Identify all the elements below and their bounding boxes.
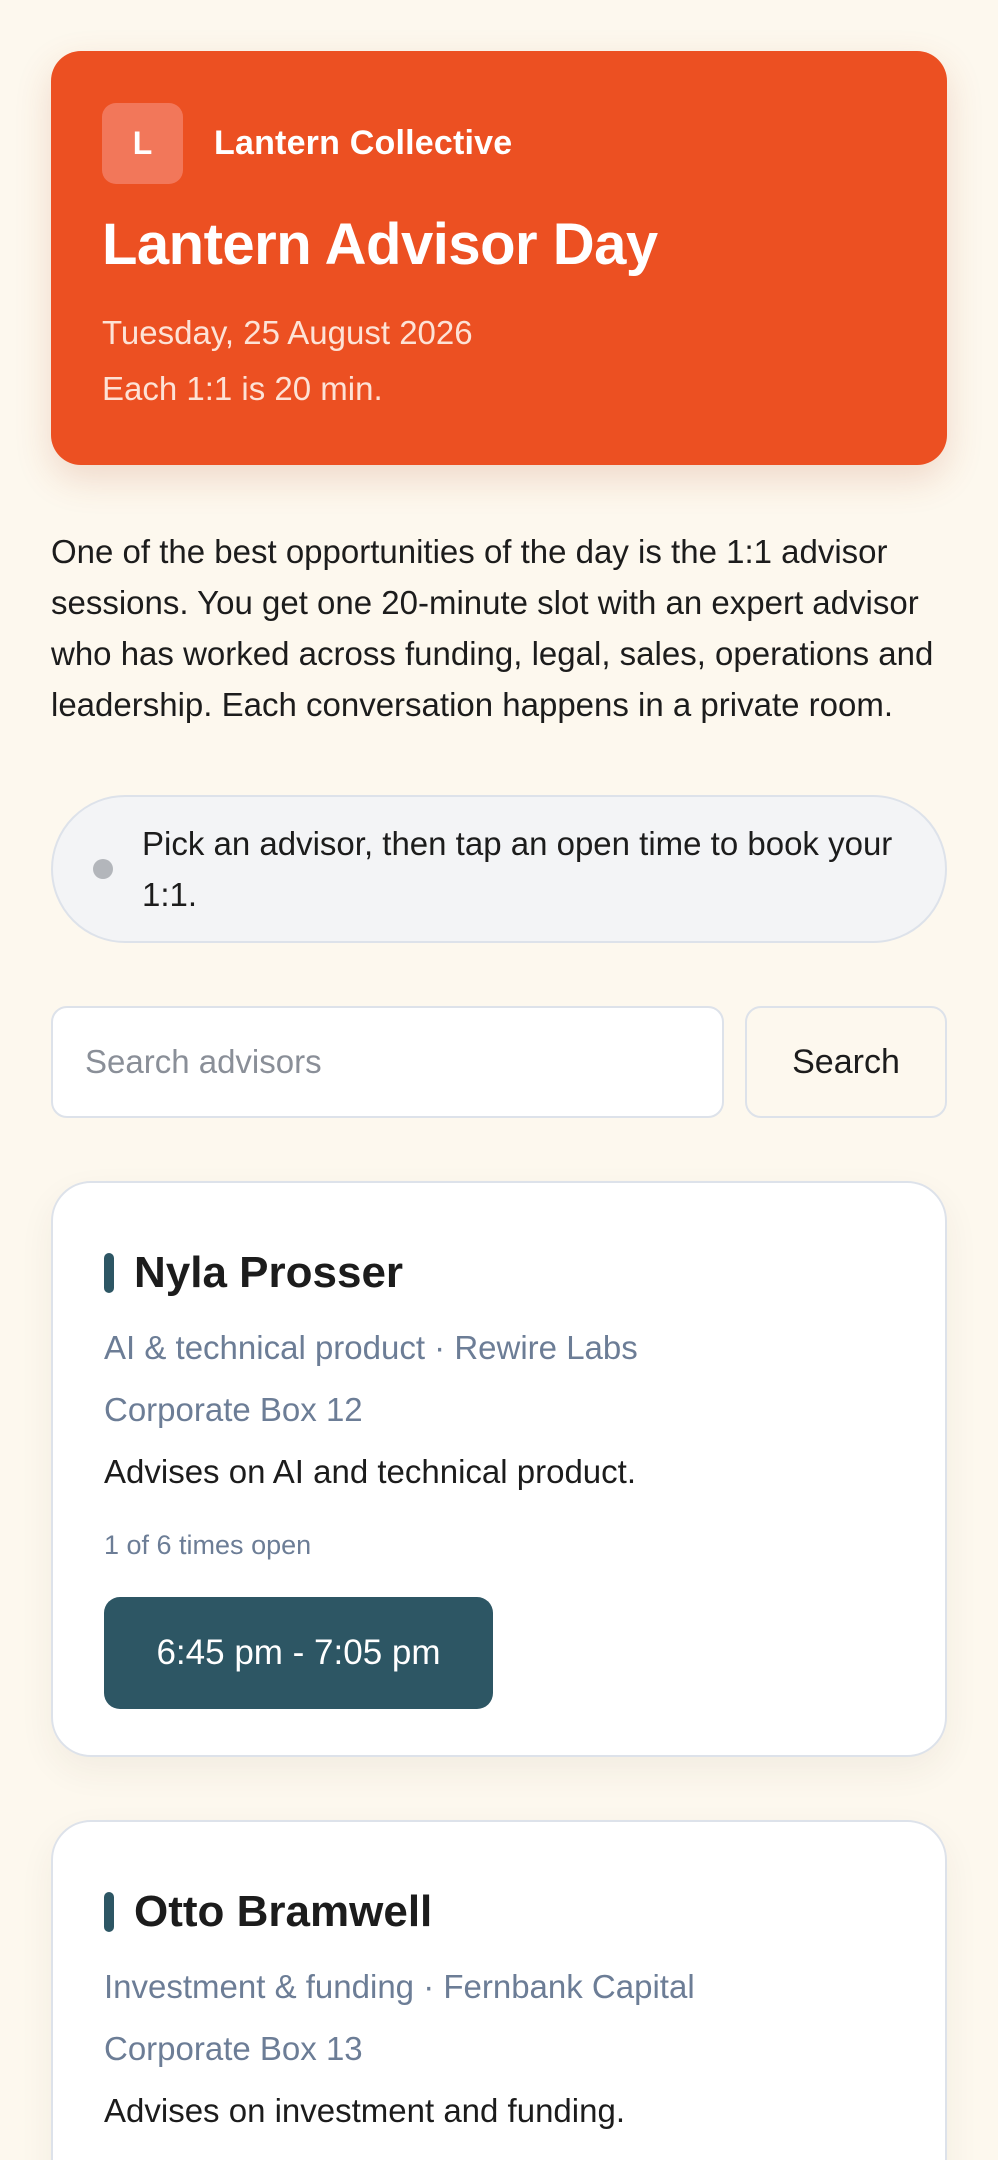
advisor-name-row: Otto Bramwell bbox=[104, 1884, 894, 1940]
brand-row: L Lantern Collective bbox=[102, 102, 896, 184]
event-meta: Tuesday, 25 August 2026 Each 1:1 is 20 m… bbox=[102, 305, 896, 417]
advisor-card: Nyla Prosser AI & technical product · Re… bbox=[51, 1181, 947, 1757]
advisor-location: Corporate Box 13 bbox=[104, 2030, 363, 2067]
advisor-location: Corporate Box 12 bbox=[104, 1391, 363, 1428]
advisor-description: Advises on AI and technical product. bbox=[104, 1453, 636, 1490]
advisor-focus-company: AI & technical product · Rewire Labs bbox=[104, 1329, 638, 1366]
search-bar: Search bbox=[51, 1006, 947, 1118]
availability-count: 1 of 6 times open bbox=[104, 1530, 312, 1560]
intro-paragraph: One of the best opportunities of the day… bbox=[51, 533, 934, 723]
status-dot-icon bbox=[93, 859, 113, 879]
event-header-card: L Lantern Collective Lantern Advisor Day… bbox=[51, 51, 947, 465]
advisor-description: Advises on investment and funding. bbox=[104, 2092, 625, 2129]
accent-bar bbox=[104, 1892, 114, 1932]
advisor-name-row: Nyla Prosser bbox=[104, 1245, 894, 1301]
search-button[interactable]: Search bbox=[745, 1006, 947, 1118]
time-slot-button[interactable]: 6:45 pm - 7:05 pm bbox=[104, 1597, 493, 1709]
booking-hint: Pick an advisor, then tap an open time t… bbox=[51, 795, 947, 943]
accent-bar bbox=[104, 1253, 114, 1293]
search-input[interactable] bbox=[51, 1006, 724, 1118]
org-name: Lantern Collective bbox=[214, 123, 513, 162]
advisor-card: Otto Bramwell Investment & funding · Fer… bbox=[51, 1820, 947, 2160]
page: L Lantern Collective Lantern Advisor Day… bbox=[0, 0, 998, 2160]
org-logo: L bbox=[102, 102, 183, 184]
event-title: Lantern Advisor Day bbox=[102, 212, 658, 277]
session-duration: Each 1:1 is 20 min. bbox=[102, 370, 383, 407]
advisor-name: Otto Bramwell bbox=[134, 1887, 433, 1936]
advisor-focus-company: Investment & funding · Fernbank Capital bbox=[104, 1968, 695, 2005]
booking-hint-text: Pick an advisor, then tap an open time t… bbox=[142, 825, 893, 913]
advisor-name: Nyla Prosser bbox=[134, 1248, 404, 1297]
event-date: Tuesday, 25 August 2026 bbox=[102, 314, 473, 351]
